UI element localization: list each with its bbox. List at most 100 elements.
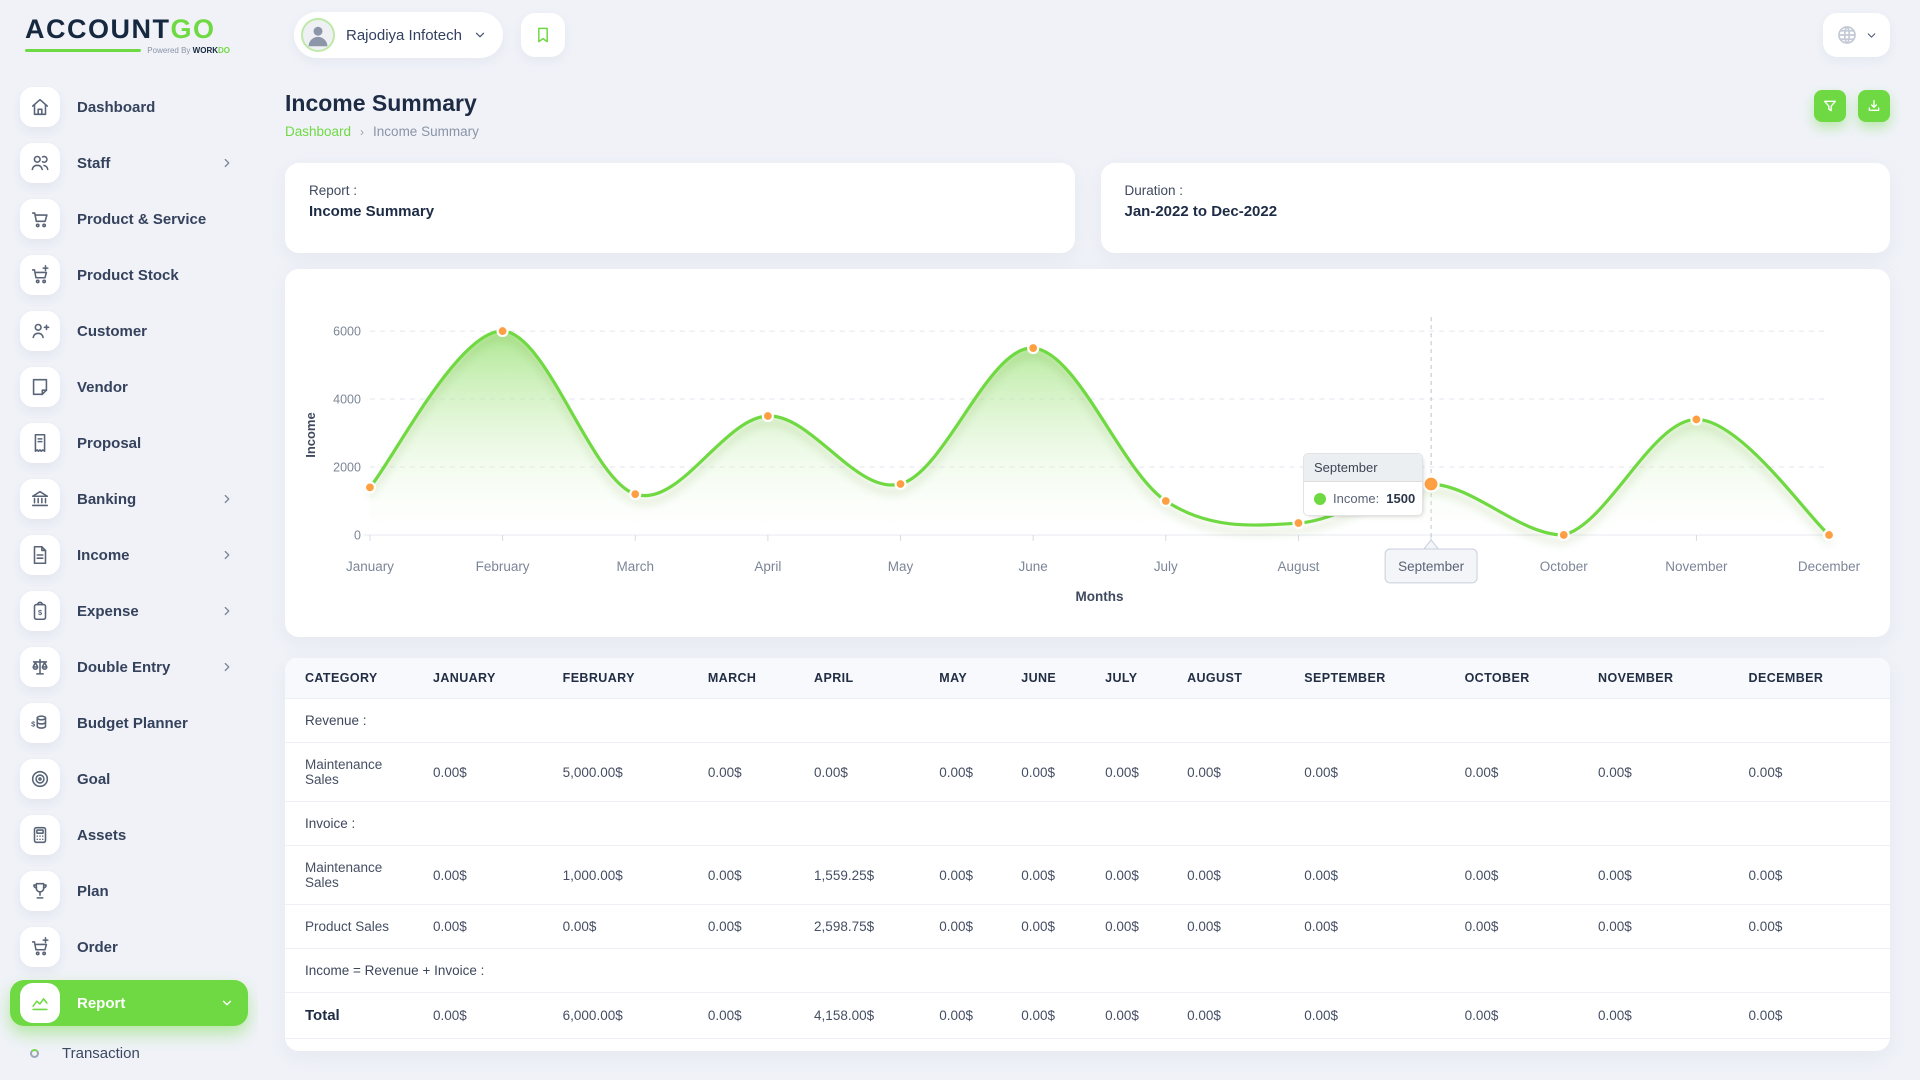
note-icon [20, 367, 60, 407]
section-label: Invoice : [285, 802, 1890, 846]
chevron-right-icon [220, 604, 234, 618]
table-row-maintenance-sales: Maintenance Sales0.00$5,000.00$0.00$0.00… [285, 743, 1890, 802]
sidebar-item-vendor[interactable]: Vendor [10, 364, 248, 410]
sidebar-subitem-transaction[interactable]: Transaction [30, 1036, 248, 1070]
value-cell: 0.00$ [1179, 905, 1296, 949]
svg-text:May: May [888, 559, 914, 574]
sidebar-item-banking[interactable]: Banking [10, 476, 248, 522]
value-cell: 0.00$ [1179, 846, 1296, 905]
svg-text:January: January [346, 559, 394, 574]
column-header-april: APRIL [806, 658, 931, 699]
data-point-november [1691, 414, 1701, 424]
sidebar-item-order[interactable]: Order [10, 924, 248, 970]
sidebar-item-product-service[interactable]: Product & Service [10, 196, 248, 242]
svg-text:August: August [1277, 559, 1319, 574]
svg-text:March: March [617, 559, 654, 574]
target-icon [20, 759, 60, 799]
value-cell: 0.00$ [425, 846, 555, 905]
chevron-down-icon [473, 28, 487, 42]
data-point-july [1161, 496, 1171, 506]
value-cell: 0.00$ [1457, 846, 1590, 905]
column-header-november: NOVEMBER [1590, 658, 1741, 699]
receipt-icon [20, 423, 60, 463]
sidebar-item-plan[interactable]: Plan [10, 868, 248, 914]
user-plus-icon [20, 311, 60, 351]
data-point-april [763, 411, 773, 421]
svg-text:December: December [1798, 559, 1861, 574]
value-cell: 0.00$ [700, 905, 806, 949]
chevron-right-icon [220, 492, 234, 506]
svg-text:April: April [754, 559, 781, 574]
breadcrumb-dashboard-link[interactable]: Dashboard [285, 124, 351, 139]
data-point-june [1028, 343, 1038, 353]
value-cell: 0.00$ [1741, 743, 1890, 802]
download-button[interactable] [1858, 90, 1890, 122]
breadcrumb-current: Income Summary [373, 124, 479, 139]
value-cell: 0.00$ [1296, 743, 1456, 802]
value-cell: 0.00$ [1590, 846, 1741, 905]
sidebar-nav: Dashboard Staff Product & Service Product S… [0, 70, 258, 1080]
data-point-october [1559, 530, 1569, 540]
column-header-may: MAY [931, 658, 1013, 699]
sidebar-item-report[interactable]: Report [10, 980, 248, 1026]
column-header-june: JUNE [1013, 658, 1097, 699]
clipboard-dollar-icon: $ [20, 591, 60, 631]
data-point-march [630, 489, 640, 499]
data-point-september [1424, 476, 1439, 491]
bullet-icon [30, 1049, 39, 1058]
bookmark-button[interactable] [521, 13, 565, 57]
column-header-march: MARCH [700, 658, 806, 699]
section-label: Revenue : [285, 699, 1890, 743]
bookmark-icon [533, 25, 553, 45]
value-cell: 0.00$ [700, 743, 806, 802]
cart-plus-icon [20, 255, 60, 295]
powered-by-text: Powered By WORKDO [147, 46, 230, 55]
sidebar-item-double-entry[interactable]: Double Entry [10, 644, 248, 690]
value-cell: 2,598.75$ [806, 905, 931, 949]
report-card-value: Income Summary [309, 203, 1051, 220]
report-card: Report : Income Summary [285, 163, 1075, 253]
users-icon [20, 143, 60, 183]
sidebar-item-proposal[interactable]: Proposal [10, 420, 248, 466]
sidebar-item-expense[interactable]: $Expense [10, 588, 248, 634]
data-point-january [365, 482, 375, 492]
value-cell: 0.00$ [425, 743, 555, 802]
language-selector[interactable] [1823, 13, 1890, 57]
value-cell: 6,000.00$ [555, 993, 700, 1039]
tooltip-value: 1500 [1386, 491, 1415, 506]
income-area-chart[interactable]: 0200040006000JanuaryFebruaryMarchAprilMa… [285, 269, 1890, 637]
value-cell: 4,158.00$ [806, 993, 931, 1039]
svg-text:February: February [476, 559, 530, 574]
sidebar-item-dashboard[interactable]: Dashboard [10, 84, 248, 130]
series-dot-icon [1314, 493, 1326, 505]
sidebar-item-product-stock[interactable]: Product Stock [10, 252, 248, 298]
chevron-right-icon [220, 660, 234, 674]
filter-button[interactable] [1814, 90, 1846, 122]
value-cell: 0.00$ [1097, 743, 1179, 802]
income-summary-table: CATEGORYJANUARYFEBRUARYMARCHAPRILMAYJUNE… [285, 657, 1890, 1039]
table-row-invoice: Invoice : [285, 802, 1890, 846]
sidebar-item-income[interactable]: Income [10, 532, 248, 578]
sidebar-item-budget-planner[interactable]: $Budget Planner [10, 700, 248, 746]
sidebar-item-customer[interactable]: Customer [10, 308, 248, 354]
section-label: Income = Revenue + Invoice : [285, 949, 1890, 993]
scales-icon [20, 647, 60, 687]
table-row-maintenance-sales: Maintenance Sales0.00$1,000.00$0.00$1,55… [285, 846, 1890, 905]
column-header-january: JANUARY [425, 658, 555, 699]
svg-text:$: $ [38, 608, 42, 617]
value-cell: 0.00$ [425, 993, 555, 1039]
value-cell: 0.00$ [931, 743, 1013, 802]
company-name: Rajodiya Infotech [346, 27, 462, 44]
chevron-down-icon [220, 996, 234, 1010]
sidebar-item-staff[interactable]: Staff [10, 140, 248, 186]
value-cell: 0.00$ [1741, 993, 1890, 1039]
value-cell: 0.00$ [1590, 993, 1741, 1039]
column-header-category: CATEGORY [285, 658, 425, 699]
income-chart-card: 0200040006000JanuaryFebruaryMarchAprilMa… [285, 269, 1890, 637]
value-cell: 0.00$ [931, 993, 1013, 1039]
sidebar-item-assets[interactable]: Assets [10, 812, 248, 858]
value-cell: 0.00$ [1457, 993, 1590, 1039]
sidebar-item-goal[interactable]: Goal [10, 756, 248, 802]
svg-text:4000: 4000 [333, 393, 361, 407]
company-selector[interactable]: Rajodiya Infotech [294, 12, 503, 58]
